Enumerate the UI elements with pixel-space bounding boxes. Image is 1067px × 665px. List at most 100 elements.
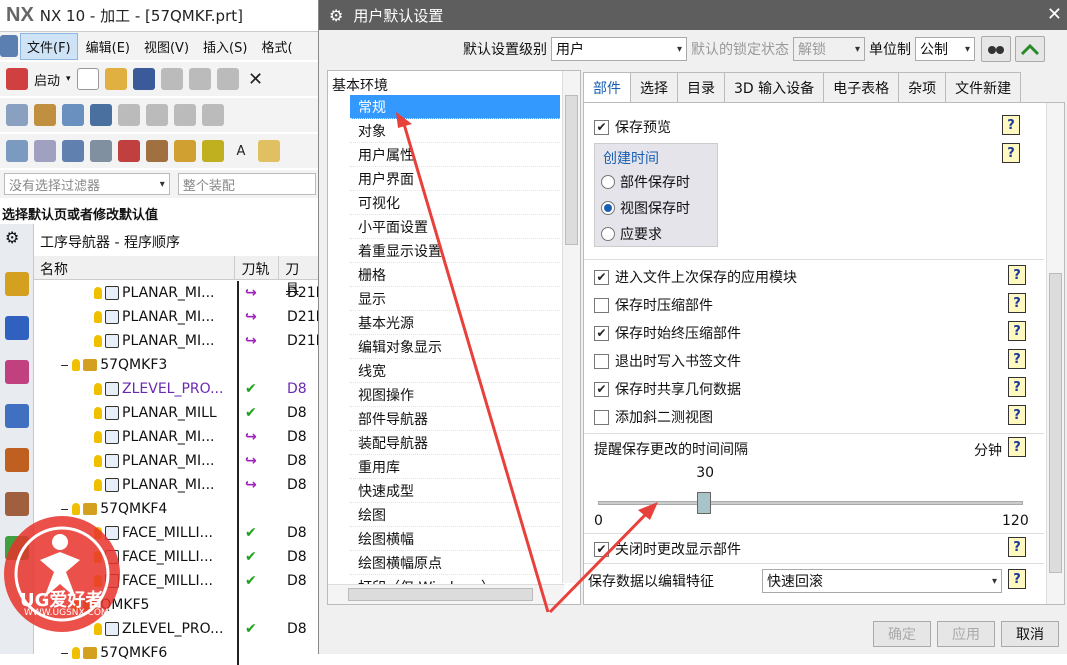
save-icon[interactable] — [132, 68, 155, 90]
machine-navigator-icon[interactable] — [5, 448, 29, 472]
slider-thumb[interactable] — [697, 492, 712, 514]
collapse-icon[interactable]: − — [60, 359, 69, 372]
column-name[interactable]: 名称 — [34, 256, 236, 279]
tree-item[interactable]: 用户界面 — [350, 167, 560, 191]
menu-view[interactable]: 视图(V) — [138, 34, 195, 59]
tree-item[interactable]: 用户属性 — [350, 143, 560, 167]
close-change-checkbox[interactable]: ✔ — [594, 541, 609, 557]
remind-slider[interactable] — [598, 501, 1023, 505]
save-data-select[interactable]: 快速回滚 ▾ — [762, 569, 1002, 593]
option-checkbox[interactable]: ✔ — [594, 269, 609, 285]
help-icon[interactable]: ? — [1008, 349, 1026, 369]
help-icon[interactable]: ? — [1008, 293, 1026, 313]
navigator-row[interactable]: PLANAR_MILL ✔ D8 — [34, 401, 320, 425]
close-icon[interactable]: ✕ — [1047, 4, 1062, 25]
assembly-navigator-icon[interactable] — [5, 272, 29, 296]
navigator-row[interactable]: PLANAR_MI... ↪ D8 — [34, 425, 320, 449]
tree-vertical-scrollbar[interactable] — [562, 71, 580, 583]
radio-button[interactable] — [601, 201, 615, 215]
panel-scrollbar[interactable] — [1046, 103, 1064, 604]
option-checkbox[interactable]: ✔ — [594, 325, 609, 341]
creation-time-radio[interactable]: 部件保存时 — [601, 172, 690, 192]
help-icon[interactable]: ? — [1002, 115, 1020, 135]
cancel-button[interactable]: 取消 — [1001, 621, 1059, 647]
tree-item[interactable]: 视图操作 — [350, 383, 560, 407]
paste-icon[interactable] — [216, 68, 239, 90]
radio-button[interactable] — [601, 175, 615, 189]
tree-root-basic-env[interactable]: 基本环境 — [332, 75, 388, 95]
start-icon[interactable] — [6, 68, 28, 90]
help-icon[interactable]: ? — [1008, 405, 1026, 425]
save-preview-row[interactable]: ✔ 保存预览 — [594, 115, 671, 139]
create-geometry-icon[interactable] — [62, 104, 84, 126]
save-preview-checkbox[interactable]: ✔ — [594, 119, 609, 135]
start-button[interactable]: 启动 — [34, 70, 60, 89]
tree-item[interactable]: 基本光源 — [350, 311, 560, 335]
option-checkbox[interactable] — [594, 297, 609, 313]
menu-format[interactable]: 格式( — [255, 34, 298, 59]
manage-defaults-icon[interactable] — [1015, 36, 1045, 62]
tree-item[interactable]: 对象 — [350, 119, 560, 143]
apply-button[interactable]: 应用 — [937, 621, 995, 647]
navigator-row[interactable]: ZLEVEL_PRO... ✔ D8 — [34, 377, 320, 401]
scope-select[interactable]: 整个装配 — [177, 173, 316, 195]
navigator-row[interactable]: PLANAR_MI... ↪ D21I — [34, 329, 320, 353]
find-defaults-icon[interactable] — [981, 36, 1011, 62]
create-program-icon[interactable] — [6, 104, 28, 126]
method-view-icon[interactable] — [202, 104, 224, 126]
creation-time-radio[interactable]: 视图保存时 — [601, 198, 690, 218]
ok-button[interactable]: 确定 — [873, 621, 931, 647]
settings-gear-icon[interactable]: ⚙ — [5, 228, 29, 252]
navigator-row[interactable]: PLANAR_MI... ↪ D8 — [34, 473, 320, 497]
replay-icon[interactable] — [34, 140, 56, 162]
open-folder-icon[interactable] — [104, 68, 127, 90]
tree-item[interactable]: 可视化 — [350, 191, 560, 215]
option-row[interactable]: ✔ 保存时共享几何数据 — [594, 377, 741, 401]
geometry-view-icon[interactable] — [174, 104, 196, 126]
column-toolpath[interactable]: 刀轨 — [235, 256, 280, 279]
navigator-row[interactable]: PLANAR_MI... ↪ D8 — [34, 449, 320, 473]
tree-item[interactable]: 装配导航器 — [350, 431, 560, 455]
tab-item[interactable]: 选择 — [630, 72, 678, 102]
shop-doc-icon[interactable] — [146, 140, 168, 162]
create-method-icon[interactable] — [90, 104, 112, 126]
copy-icon[interactable] — [188, 68, 211, 90]
help-icon[interactable]: ? — [1008, 321, 1026, 341]
help-icon[interactable]: ? — [1008, 437, 1026, 457]
operation-navigator-icon[interactable] — [5, 404, 29, 428]
option-row[interactable]: ✔ 保存时始终压缩部件 — [594, 321, 741, 345]
part-navigator-icon[interactable] — [5, 360, 29, 384]
tab-item[interactable]: 部件 — [583, 72, 631, 103]
close-change-row[interactable]: ✔ 关闭时更改显示部件 — [594, 537, 741, 561]
help-icon[interactable]: ? — [1008, 537, 1026, 557]
tree-item[interactable]: 重用库 — [350, 455, 560, 479]
help-icon[interactable]: ? — [1008, 569, 1026, 589]
tree-item[interactable]: 栅格 — [350, 263, 560, 287]
pencil-icon[interactable] — [258, 140, 280, 162]
program-order-icon[interactable] — [118, 104, 140, 126]
menu-file[interactable]: 文件(F) — [20, 32, 78, 60]
app-menu-icon[interactable] — [0, 35, 18, 57]
option-row[interactable]: ✔ 进入文件上次保存的应用模块 — [594, 265, 797, 289]
option-row[interactable]: 添加斜二测视图 — [594, 405, 713, 429]
verify-icon[interactable] — [62, 140, 84, 162]
creation-time-radio[interactable]: 应要求 — [601, 224, 662, 244]
type-filter-select[interactable]: 没有选择过滤器 ▾ — [4, 173, 170, 195]
machine-tool-icon[interactable] — [146, 104, 168, 126]
delete-icon[interactable]: ✕ — [245, 68, 267, 90]
option-row[interactable]: 保存时压缩部件 — [594, 293, 713, 317]
navigator-row[interactable]: PLANAR_MI... ↪ D21I — [34, 305, 320, 329]
tree-item[interactable]: 绘图横幅原点 — [350, 551, 560, 575]
help-icon[interactable]: ? — [1008, 265, 1026, 285]
option-checkbox[interactable] — [594, 353, 609, 369]
tree-horizontal-scrollbar[interactable] — [328, 584, 564, 604]
tree-item[interactable]: 小平面设置 — [350, 215, 560, 239]
tree-item[interactable]: 显示 — [350, 287, 560, 311]
tree-item[interactable]: 部件导航器 — [350, 407, 560, 431]
option-row[interactable]: 退出时写入书签文件 — [594, 349, 741, 373]
cut-icon[interactable] — [160, 68, 183, 90]
tab-item[interactable]: 杂项 — [898, 72, 947, 102]
tree-item[interactable]: 常规 — [350, 95, 560, 119]
menu-insert[interactable]: 插入(S) — [197, 34, 253, 59]
tab-item[interactable]: 文件新建 — [945, 72, 1022, 102]
